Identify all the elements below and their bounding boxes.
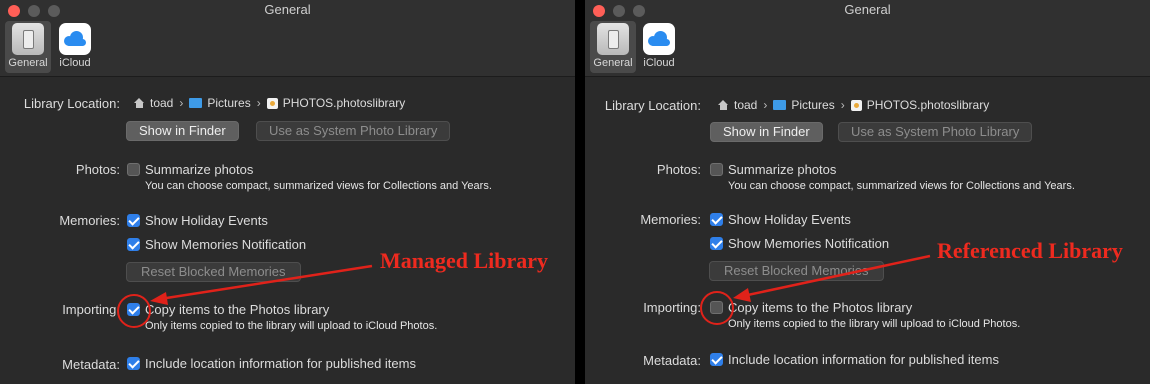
panel-divider [575,0,585,384]
preferences-window-managed: General General iCloud Library Location:… [0,0,575,384]
referenced-library-annotation: Referenced Library [937,238,1123,263]
preferences-window-referenced: General General iCloud Library Location:… [585,0,1150,384]
annotation-arrow [733,254,931,302]
annotation-arrow [150,264,373,305]
managed-library-annotation: Managed Library [380,248,549,273]
